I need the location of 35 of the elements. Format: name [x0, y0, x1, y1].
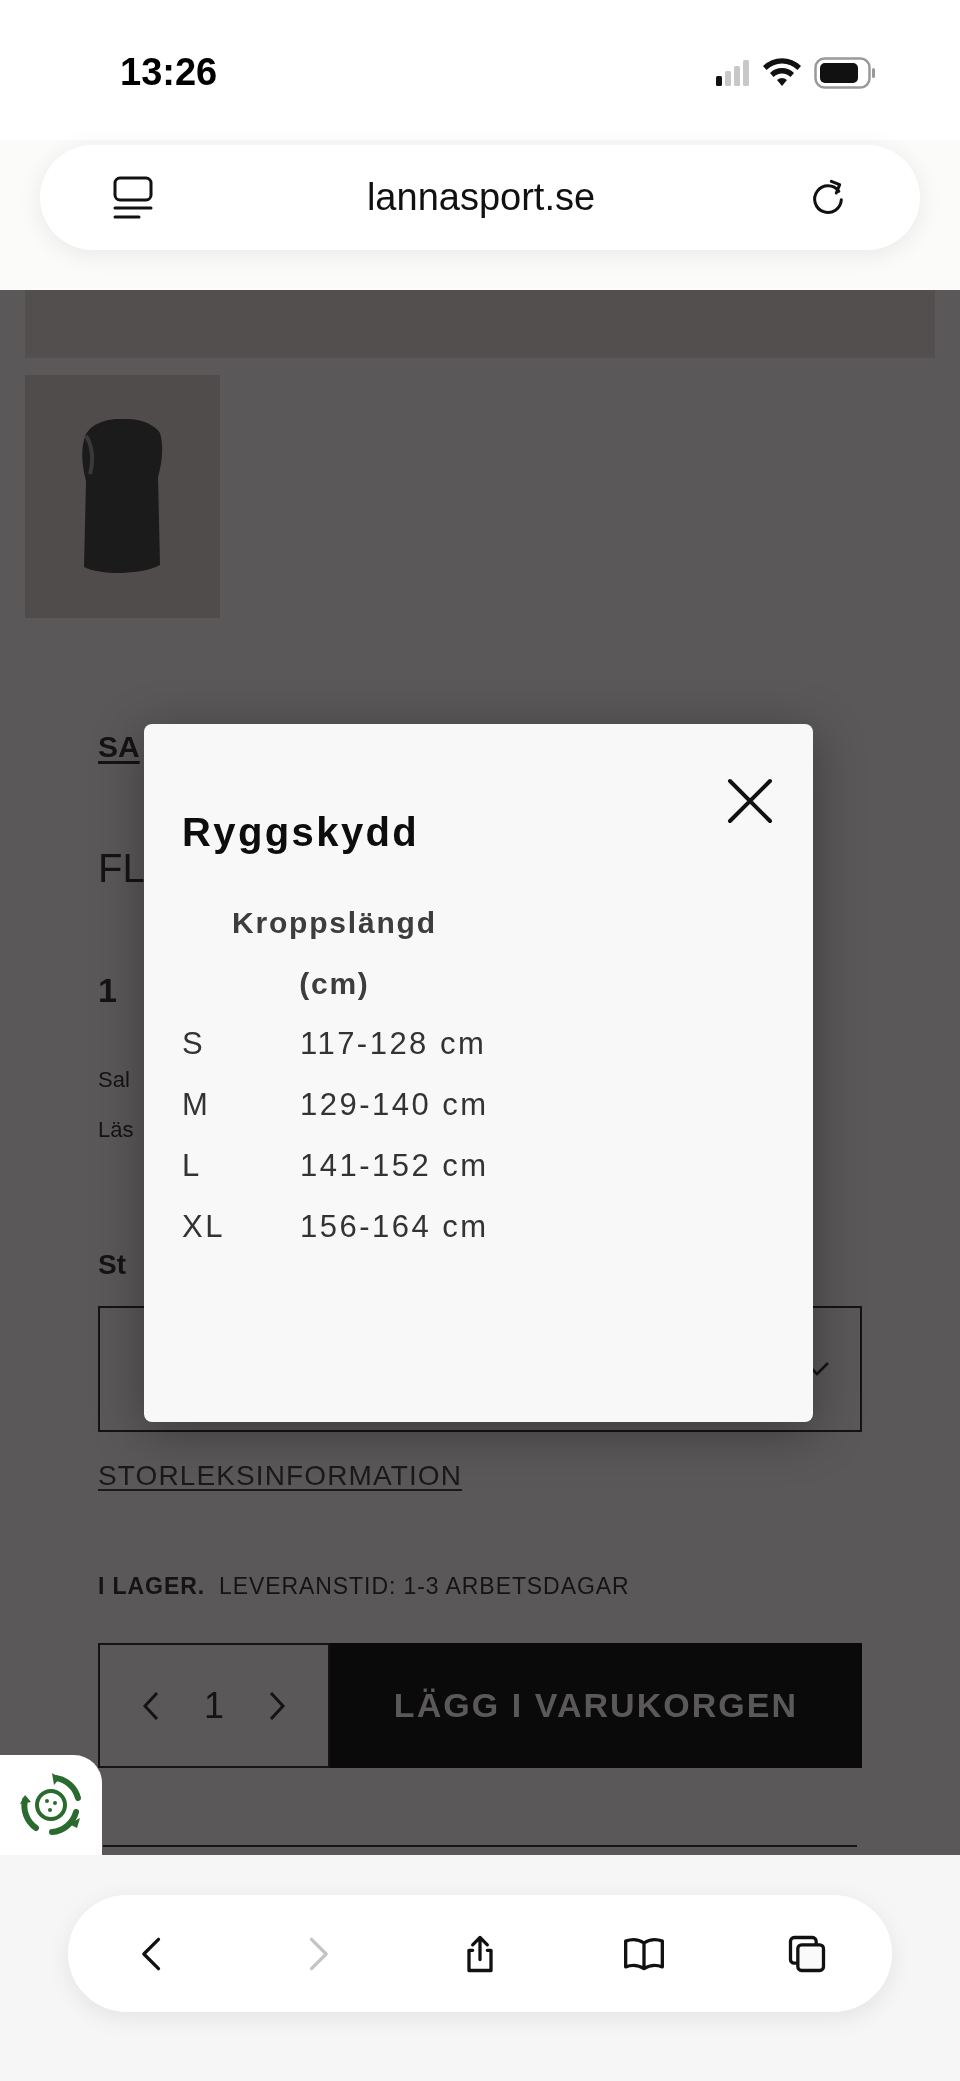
size-cell-text: M	[182, 1086, 212, 1125]
delivery-time: LEVERANSTID: 1-3 ARBETSDAGAR	[219, 1571, 630, 1601]
quantity-stepper[interactable]: 1	[98, 1643, 330, 1768]
stock-status: I LAGER.	[98, 1571, 206, 1601]
address-bar[interactable]: lannasport.se	[40, 145, 920, 250]
breadcrumb-link[interactable]: SA	[98, 730, 140, 763]
product-price: 1	[98, 971, 117, 1009]
length-cell-text: 156-164 cm	[300, 1208, 489, 1247]
add-to-cart-button[interactable]: LÄGG I VARUKORGEN	[330, 1643, 862, 1768]
chevron-left-icon[interactable]	[142, 1690, 160, 1721]
wifi-icon	[762, 57, 802, 88]
size-cell-text: L	[182, 1147, 203, 1186]
reader-icon	[112, 175, 154, 220]
size-label: St	[98, 1249, 126, 1280]
product-thumbnail[interactable]	[25, 375, 220, 618]
length-cell-text: 141-152 cm	[300, 1147, 489, 1186]
quantity-value: 1	[203, 1683, 224, 1728]
close-button[interactable]	[725, 776, 775, 826]
status-time: 13:26	[120, 50, 218, 95]
description-text: Läs	[98, 1117, 134, 1142]
length-cell-text: 129-140 cm	[300, 1086, 489, 1125]
size-cell-text: S	[182, 1025, 207, 1064]
eco-badge[interactable]	[0, 1755, 102, 1855]
product-title: FL	[98, 846, 145, 890]
size-cell-text: XL	[182, 1208, 226, 1247]
url-text: lannasport.se	[366, 175, 596, 220]
battery-icon	[814, 56, 876, 89]
size-info-link[interactable]: STORLEKSINFORMATION	[98, 1455, 463, 1497]
column-header: Kroppslängd (cm)	[232, 905, 437, 1002]
chevron-right-icon[interactable]	[268, 1690, 286, 1721]
signal-icon	[716, 59, 750, 86]
dialog-title: Ryggskydd	[182, 809, 420, 856]
close-icon	[727, 778, 773, 824]
length-cell-text: 117-128 cm	[300, 1025, 487, 1064]
description-text: Sal	[98, 1067, 130, 1092]
